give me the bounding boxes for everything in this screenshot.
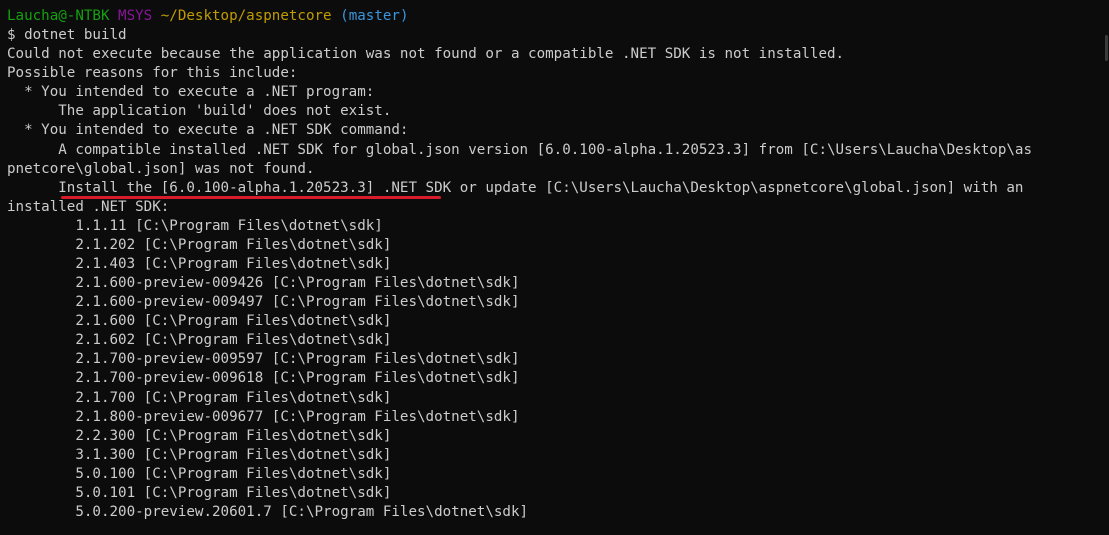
output-line: Possible reasons for this include:: [7, 65, 298, 82]
output-line: The application 'build' does not exist.: [7, 103, 392, 120]
output-line: installed .NET SDK:: [7, 198, 170, 215]
output-line: pnetcore\global.json] was not found.: [7, 160, 315, 177]
sdk-list-item: 2.1.700-preview-009597 [C:\Program Files…: [7, 351, 520, 368]
sdk-list-item: 2.1.600-preview-009426 [C:\Program Files…: [7, 275, 520, 292]
sdk-list-item: 2.1.602 [C:\Program Files\dotnet\sdk]: [7, 332, 392, 349]
shell-prompt: Laucha@-NTBK MSYS ~/Desktop/aspnetcore (…: [7, 7, 1109, 26]
command-line: $ dotnet build: [7, 27, 127, 44]
sdk-list-item: 2.2.300 [C:\Program Files\dotnet\sdk]: [7, 427, 392, 444]
sdk-list-item: 5.0.101 [C:\Program Files\dotnet\sdk]: [7, 484, 392, 501]
output-line-highlighted: Install the [6.0.100-alpha.1.20523.3] .N…: [7, 179, 1024, 196]
sdk-list-item: 2.1.800-preview-009677 [C:\Program Files…: [7, 408, 520, 425]
sdk-list-item: 5.0.200-preview.20601.7 [C:\Program File…: [7, 504, 529, 521]
sdk-list-item: 2.1.600 [C:\Program Files\dotnet\sdk]: [7, 313, 392, 330]
prompt-path: ~/Desktop/aspnetcore: [160, 8, 332, 24]
sdk-list-item: 5.0.100 [C:\Program Files\dotnet\sdk]: [7, 465, 392, 482]
prompt-system: MSYS: [118, 8, 153, 24]
prompt-branch: (master): [340, 8, 409, 24]
prompt-user-host: Laucha@-NTBK: [7, 8, 110, 24]
sdk-list-item: 2.1.403 [C:\Program Files\dotnet\sdk]: [7, 256, 392, 273]
sdk-list-item: 1.1.11 [C:\Program Files\dotnet\sdk]: [7, 217, 383, 234]
terminal-window[interactable]: Laucha@-NTBK MSYS ~/Desktop/aspnetcore (…: [0, 0, 1109, 535]
sdk-list-item: 2.1.700 [C:\Program Files\dotnet\sdk]: [7, 389, 392, 406]
output-line: * You intended to execute a .NET SDK com…: [7, 122, 409, 139]
sdk-list-item: 2.1.600-preview-009497 [C:\Program Files…: [7, 294, 520, 311]
sdk-list-item: 3.1.300 [C:\Program Files\dotnet\sdk]: [7, 446, 392, 463]
sdk-list-item: 2.1.202 [C:\Program Files\dotnet\sdk]: [7, 236, 392, 253]
output-line: A compatible installed .NET SDK for glob…: [7, 141, 1032, 158]
scrollbar-thumb[interactable]: [1105, 35, 1108, 61]
sdk-list-item: 2.1.700-preview-009618 [C:\Program Files…: [7, 370, 520, 387]
annotation-underline: [61, 196, 441, 199]
output-line: Could not execute because the applicatio…: [7, 46, 845, 63]
scrollbar[interactable]: [1103, 0, 1109, 535]
output-line: * You intended to execute a .NET program…: [7, 84, 375, 101]
